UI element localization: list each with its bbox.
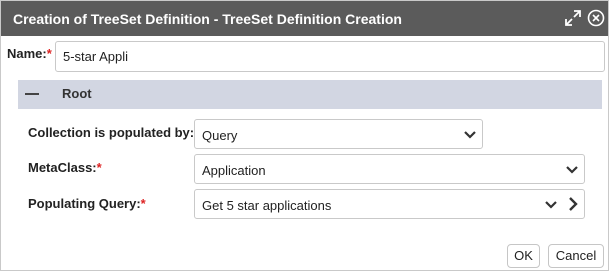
metaclass-label-text: MetaClass: bbox=[28, 160, 97, 175]
required-marker: * bbox=[96, 160, 102, 175]
close-icon[interactable] bbox=[587, 9, 605, 27]
collection-label: Collection is populated by:* bbox=[28, 125, 199, 140]
chevron-down-icon[interactable] bbox=[544, 199, 558, 211]
expand-icon[interactable] bbox=[564, 9, 582, 27]
required-marker: * bbox=[46, 46, 52, 61]
treeset-creation-dialog: Creation of TreeSet Definition - TreeSet… bbox=[0, 0, 609, 271]
populating-query-label-text: Populating Query: bbox=[28, 196, 141, 211]
metaclass-label: MetaClass:* bbox=[28, 160, 102, 175]
name-label: Name:* bbox=[7, 46, 52, 61]
minus-icon[interactable] bbox=[25, 93, 39, 95]
name-input[interactable] bbox=[55, 41, 605, 72]
populating-query-select[interactable]: Get 5 star applications bbox=[194, 189, 585, 219]
section-title: Root bbox=[62, 86, 92, 101]
required-marker: * bbox=[140, 196, 146, 211]
metaclass-value: Application bbox=[202, 163, 266, 178]
collection-label-text: Collection is populated by: bbox=[28, 125, 195, 140]
collection-select[interactable]: Query bbox=[194, 119, 483, 149]
name-label-text: Name: bbox=[7, 46, 47, 61]
populating-query-value: Get 5 star applications bbox=[202, 198, 332, 213]
cancel-button[interactable]: Cancel bbox=[548, 244, 604, 268]
collection-value: Query bbox=[202, 128, 238, 143]
chevron-down-icon[interactable] bbox=[565, 164, 579, 176]
chevron-down-icon[interactable] bbox=[463, 129, 477, 141]
populating-query-label: Populating Query:* bbox=[28, 196, 146, 211]
chevron-right-icon[interactable] bbox=[567, 196, 579, 212]
dialog-titlebar: Creation of TreeSet Definition - TreeSet… bbox=[1, 1, 608, 36]
ok-button[interactable]: OK bbox=[507, 244, 540, 268]
dialog-title: Creation of TreeSet Definition - TreeSet… bbox=[13, 11, 402, 27]
root-section-header[interactable]: Root bbox=[18, 80, 602, 109]
metaclass-select[interactable]: Application bbox=[194, 154, 585, 184]
